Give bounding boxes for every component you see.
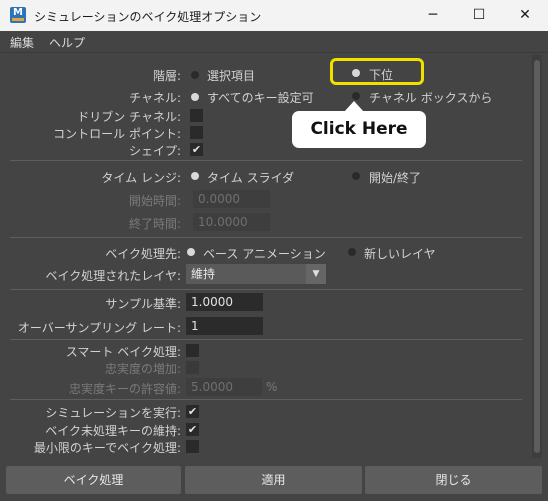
maya-app-icon: M	[10, 7, 26, 23]
bake-button[interactable]: ベイク処理	[6, 466, 181, 494]
channels-all-keyable-radio[interactable]	[191, 93, 199, 101]
time-range-label: タイム レンジ:	[101, 171, 181, 185]
channels-label: チャネル:	[129, 91, 181, 105]
driven-channels-checkbox[interactable]	[190, 109, 203, 122]
sample-by-field[interactable]: 1.0000	[186, 293, 263, 311]
sparse-curve-checkbox[interactable]	[186, 440, 199, 453]
hierarchy-selected-radio[interactable]	[191, 71, 199, 79]
control-points-checkbox[interactable]	[190, 126, 203, 139]
minimize-button[interactable]: ─	[410, 0, 456, 31]
fidelity-tolerance-unit: %	[266, 380, 278, 394]
time-slider-radio[interactable]	[191, 172, 199, 180]
maximize-icon: ☐	[472, 7, 486, 23]
shapes-label: シェイプ:	[128, 144, 181, 158]
time-slider-option[interactable]: タイム スライダ	[207, 169, 294, 186]
keep-unbaked-label: ベイク未処理キーの維持:	[45, 424, 181, 438]
scrollbar-thumb[interactable]	[534, 60, 540, 453]
baked-layers-dropdown[interactable]: 維持 ▼	[186, 264, 326, 284]
keep-unbaked-checkbox[interactable]: ✔	[186, 423, 199, 436]
click-here-tooltip: Click Here	[292, 111, 426, 148]
window-title: シミュレーションのベイク処理オプション	[34, 10, 262, 24]
separator	[10, 339, 522, 340]
new-layer-option[interactable]: 新しいレイヤ	[364, 245, 436, 262]
fidelity-tolerance-field[interactable]: 5.0000	[186, 378, 262, 396]
chevron-down-icon: ▼	[306, 264, 326, 284]
minimize-icon: ─	[428, 7, 438, 23]
smart-bake-checkbox[interactable]	[186, 344, 199, 357]
run-simulation-label: シミュレーションを実行:	[45, 406, 181, 420]
control-points-label: コントロール ポイント:	[53, 127, 181, 141]
menu-help[interactable]: ヘルプ	[49, 34, 85, 51]
run-simulation-checkbox[interactable]: ✔	[186, 405, 199, 418]
baked-layers-label: ベイク処理されたレイヤ:	[45, 269, 181, 283]
start-time-label: 開始時間:	[128, 194, 181, 208]
driven-channels-label: ドリブン チャネル:	[77, 110, 181, 124]
new-layer-radio[interactable]	[348, 248, 356, 256]
sparse-curve-label: 最小限のキーでベイク処理:	[33, 441, 181, 455]
start-end-radio[interactable]	[352, 172, 360, 180]
baked-layers-value: 維持	[191, 267, 216, 281]
increase-fidelity-label: 忠実度の増加:	[104, 362, 181, 376]
highlight-box	[330, 58, 424, 85]
separator	[10, 237, 522, 238]
bake-to-label: ベイク処理先:	[105, 247, 181, 261]
end-time-field[interactable]: 10.0000	[193, 213, 270, 231]
increase-fidelity-checkbox[interactable]	[186, 361, 199, 374]
start-time-field[interactable]: 0.0000	[193, 190, 270, 208]
base-animation-radio[interactable]	[187, 248, 195, 256]
maximize-button[interactable]: ☐	[456, 0, 502, 31]
close-window-button[interactable]: ✕	[502, 0, 548, 31]
smart-bake-label: スマート ベイク処理:	[65, 345, 181, 359]
separator	[10, 289, 522, 290]
hierarchy-selected-option[interactable]: 選択項目	[207, 67, 255, 84]
oversampling-label: オーバーサンプリング レート:	[17, 321, 181, 335]
channels-from-box-radio[interactable]	[352, 92, 360, 100]
menu-bar: 編集 ヘルプ	[0, 31, 548, 53]
fidelity-tolerance-label: 忠実度キーの許容値:	[68, 382, 181, 396]
shapes-checkbox[interactable]: ✔	[190, 143, 203, 156]
sample-by-label: サンプル基準:	[105, 297, 181, 311]
oversampling-field[interactable]: 1	[186, 317, 263, 335]
title-bar: M シミュレーションのベイク処理オプション ─ ☐ ✕	[0, 0, 548, 31]
hierarchy-label: 階層:	[152, 69, 181, 83]
apply-button[interactable]: 適用	[185, 466, 362, 494]
channels-all-keyable-option[interactable]: すべてのキー設定可	[207, 89, 314, 106]
end-time-label: 終了時間:	[128, 217, 181, 231]
channels-from-box-option[interactable]: チャネル ボックスから	[369, 89, 492, 106]
separator	[10, 399, 522, 400]
start-end-option[interactable]: 開始/終了	[369, 169, 421, 186]
close-button[interactable]: 閉じる	[365, 466, 542, 494]
separator	[10, 160, 522, 161]
base-animation-option[interactable]: ベース アニメーション	[203, 245, 326, 262]
menu-edit[interactable]: 編集	[10, 34, 34, 51]
close-icon: ✕	[519, 7, 531, 23]
